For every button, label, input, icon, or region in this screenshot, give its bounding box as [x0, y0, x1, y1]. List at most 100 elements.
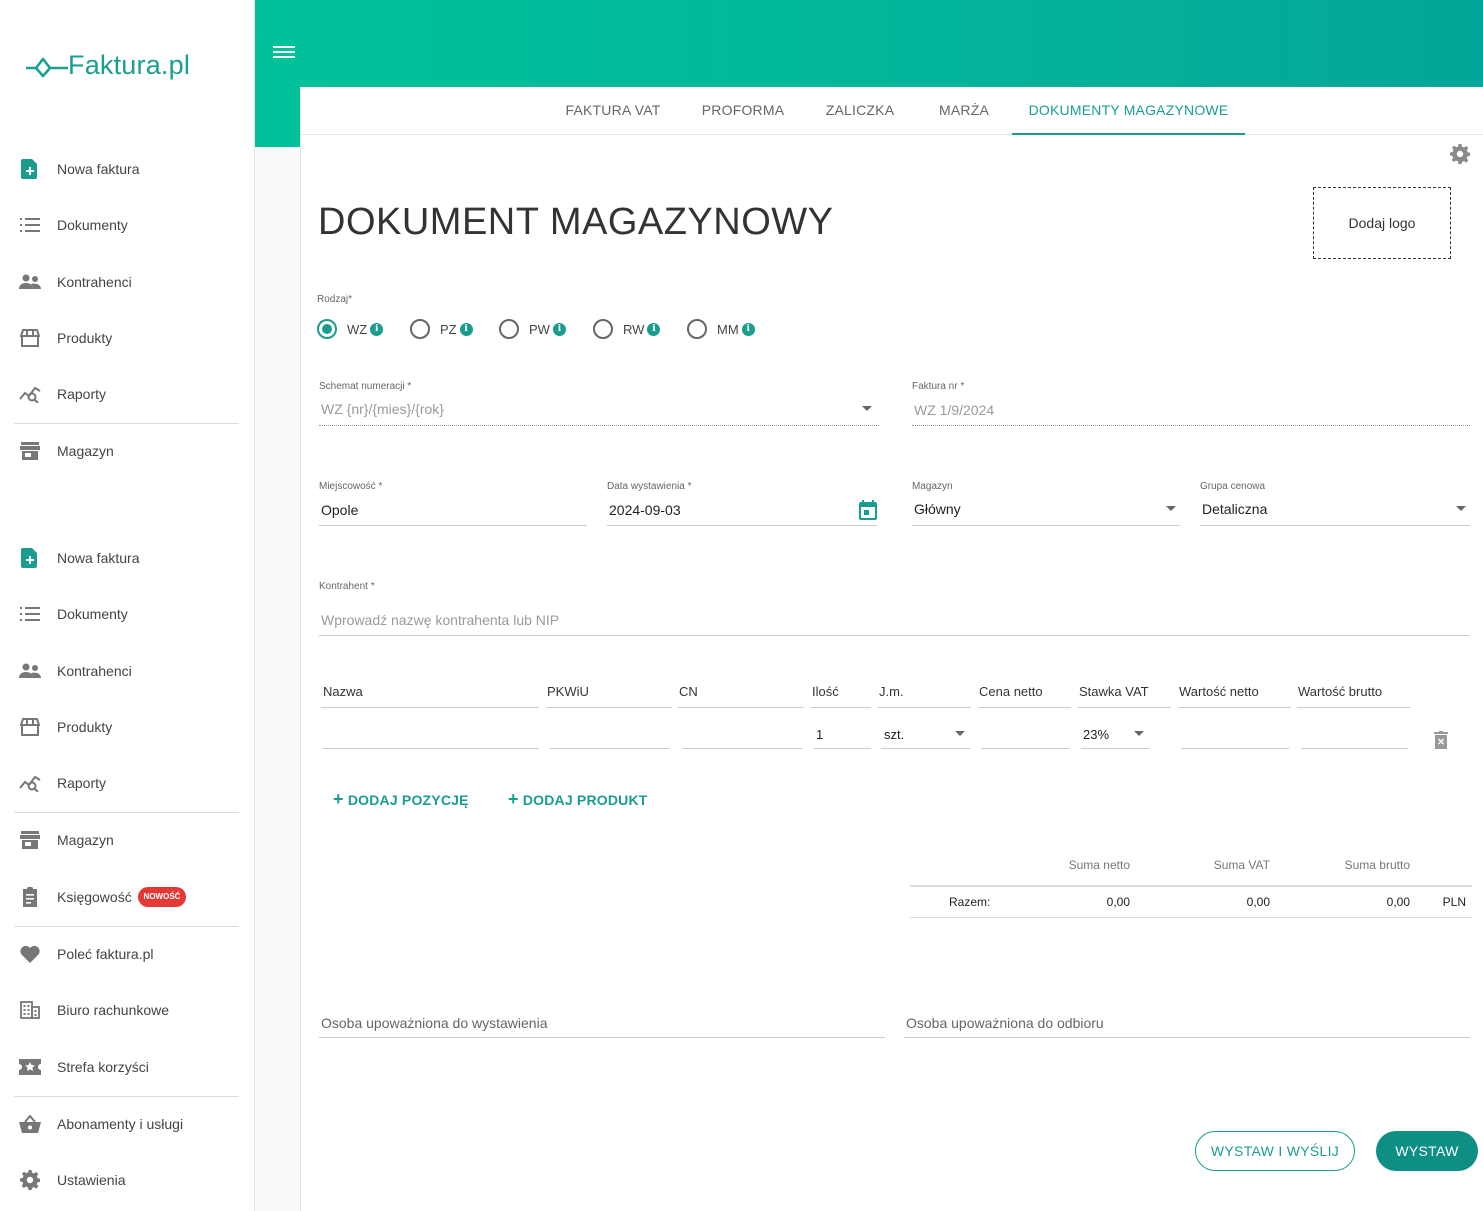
sidebar-item-dokumenty[interactable]: Dokumenty: [0, 594, 255, 634]
sidebar-item-label: Ustawienia: [57, 1172, 126, 1188]
issue-date-field[interactable]: Data wystawienia * 2024-09-03: [607, 481, 877, 527]
sidebar-item-raporty[interactable]: Raporty: [0, 374, 255, 414]
sidebar-item-produkty[interactable]: Produkty: [0, 318, 255, 358]
warehouse-select[interactable]: Magazyn Główny: [912, 481, 1180, 527]
field-label: Magazyn: [912, 481, 953, 492]
sidebar-item-label: Nowa faktura: [57, 550, 140, 566]
page-title: DOKUMENT MAGAZYNOWY: [318, 201, 834, 243]
sidebar-divider: [14, 926, 239, 927]
issue-button[interactable]: WYSTAW: [1376, 1131, 1478, 1171]
clipboard-icon: [19, 886, 41, 908]
sidebar-item-kontrahenci[interactable]: Kontrahenci: [0, 651, 255, 691]
tab-proforma[interactable]: PROFORMA: [693, 87, 793, 135]
column-header-cn: CN: [679, 684, 698, 699]
issuer-signature-field[interactable]: Osoba upoważniona do wystawienia: [319, 1013, 885, 1038]
sidebar-item-ustawienia[interactable]: Ustawienia: [0, 1160, 255, 1200]
sidebar-item-polec[interactable]: Poleć faktura.pl: [0, 934, 255, 974]
radio-mm[interactable]: MM i: [687, 319, 755, 339]
radio-label: WZ: [347, 321, 368, 337]
info-icon[interactable]: i: [459, 322, 473, 336]
radio-circle: [317, 319, 337, 339]
issue-and-send-button[interactable]: WYSTAW I WYŚLIJ: [1195, 1131, 1355, 1171]
item-quantity-input[interactable]: [814, 748, 871, 749]
sidebar-item-label: Nowa faktura: [57, 161, 140, 177]
field-label: Data wystawienia *: [607, 481, 692, 492]
numbering-scheme-select[interactable]: Schemat numeracji * WZ {nr}/{mies}/{rok}: [319, 381, 879, 427]
tab-dokumenty-magazynowe[interactable]: DOKUMENTY MAGAZYNOWE: [1012, 87, 1245, 135]
item-vat-value: 23%: [1083, 727, 1110, 742]
sidebar-item-dokumenty[interactable]: Dokumenty: [0, 205, 255, 245]
info-icon[interactable]: i: [741, 322, 755, 336]
summary-divider: [910, 885, 1472, 887]
header-underline: [1178, 707, 1291, 708]
ticket-icon: [19, 1056, 41, 1078]
sidebar-item-magazyn[interactable]: Magazyn: [0, 431, 255, 471]
info-icon[interactable]: i: [370, 322, 384, 336]
item-unit-select[interactable]: [881, 748, 970, 749]
header-underline: [811, 707, 871, 708]
header-underline: [878, 707, 971, 708]
receiver-signature-field[interactable]: Osoba upoważniona do odbioru: [904, 1013, 1470, 1038]
chevron-down-icon[interactable]: [955, 731, 965, 736]
warehouse-icon: [19, 440, 41, 462]
city-field[interactable]: Miejscowość * Opole: [319, 481, 587, 527]
contractor-field[interactable]: Kontrahent * Wprowadź nazwę kontrahenta …: [319, 581, 1470, 637]
item-cn-input[interactable]: [682, 748, 802, 749]
info-icon[interactable]: i: [552, 322, 566, 336]
sum-header-netto: Suma netto: [1068, 858, 1130, 872]
item-net-price-input[interactable]: [981, 748, 1070, 749]
store-icon: [19, 716, 41, 738]
add-logo-button[interactable]: Dodaj logo: [1313, 187, 1451, 259]
contractor-input[interactable]: Wprowadź nazwę kontrahenta lub NIP: [321, 612, 559, 628]
radio-circle: [410, 319, 430, 339]
sidebar-item-strefa-korzysci[interactable]: Strefa korzyści: [0, 1047, 255, 1087]
add-product-button[interactable]: + DODAJ PRODUKT: [508, 789, 648, 810]
logo-text: Faktura.pl: [68, 50, 191, 80]
radio-circle: [499, 319, 519, 339]
price-group-select[interactable]: Grupa cenowa Detaliczna: [1200, 481, 1470, 527]
warehouse-icon: [19, 829, 41, 851]
info-icon[interactable]: i: [647, 322, 661, 336]
report-icon: [19, 772, 41, 794]
field-value: Główny: [914, 501, 961, 517]
chevron-down-icon[interactable]: [1134, 731, 1144, 736]
tab-faktura-vat[interactable]: FAKTURA VAT: [553, 87, 673, 135]
basket-icon: [19, 1113, 41, 1135]
tab-zaliczka[interactable]: ZALICZKA: [816, 87, 904, 135]
item-gross-value-input[interactable]: [1301, 748, 1408, 749]
item-vat-select[interactable]: [1081, 748, 1150, 749]
sidebar-item-nowa-faktura[interactable]: Nowa faktura: [0, 149, 255, 189]
field-underline: [319, 425, 879, 426]
chevron-down-icon: [862, 406, 872, 411]
settings-gear-icon[interactable]: [1450, 144, 1471, 165]
sidebar-item-ksiegowosc[interactable]: Księgowość NOWOŚĆ: [0, 877, 255, 917]
radio-pz[interactable]: PZ i: [410, 319, 473, 339]
radio-pw[interactable]: PW i: [499, 319, 566, 339]
item-net-value-input[interactable]: [1181, 748, 1289, 749]
sidebar-item-biuro-rachunkowe[interactable]: Biuro rachunkowe: [0, 990, 255, 1030]
add-position-button[interactable]: + DODAJ POZYCJĘ: [333, 789, 469, 810]
radio-wz[interactable]: WZ i: [317, 319, 384, 339]
radio-rw[interactable]: RW i: [593, 319, 661, 339]
invoice-number-field[interactable]: Faktura nr * WZ 1/9/2024: [912, 381, 1470, 427]
hamburger-menu-icon[interactable]: [273, 43, 295, 61]
plus-icon: +: [333, 789, 344, 809]
sidebar-item-label: Magazyn: [57, 832, 114, 848]
item-name-input[interactable]: [323, 748, 539, 749]
sidebar-item-nowa-faktura[interactable]: Nowa faktura: [0, 538, 255, 578]
add-product-label: DODAJ PRODUKT: [522, 792, 648, 808]
sidebar-item-raporty[interactable]: Raporty: [0, 763, 255, 803]
field-underline: [912, 425, 1470, 426]
field-underline: [607, 525, 877, 526]
sidebar-item-kontrahenci[interactable]: Kontrahenci: [0, 262, 255, 302]
header-underline: [321, 707, 539, 708]
heart-icon: [19, 943, 41, 965]
brand-logo[interactable]: Faktura.pl: [24, 50, 190, 81]
delete-row-icon[interactable]: [1434, 731, 1448, 754]
sidebar-item-produkty[interactable]: Produkty: [0, 707, 255, 747]
tab-marza[interactable]: MARŻA: [927, 87, 1001, 135]
sidebar-item-abonamenty[interactable]: Abonamenty i usługi: [0, 1104, 255, 1144]
item-pkwiu-input[interactable]: [550, 748, 670, 749]
sidebar-item-magazyn[interactable]: Magazyn: [0, 820, 255, 860]
calendar-icon[interactable]: [859, 500, 877, 525]
